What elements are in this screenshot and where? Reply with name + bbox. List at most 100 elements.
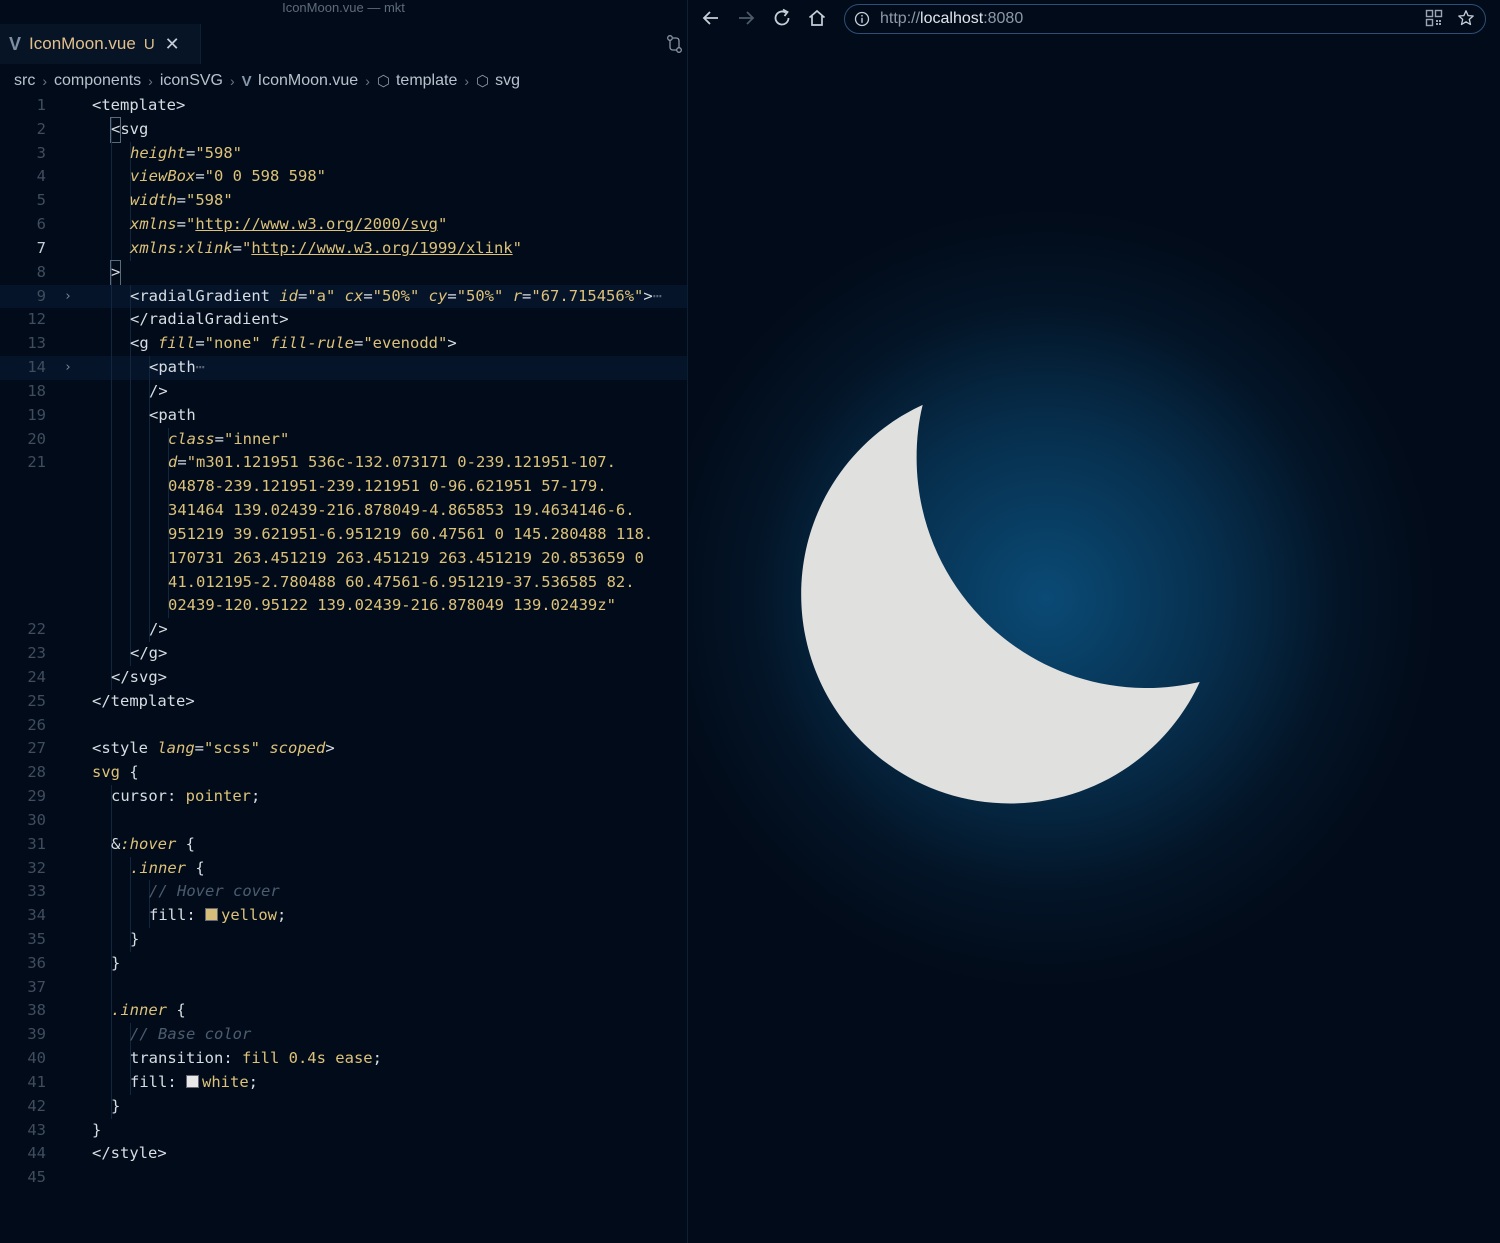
- code-line[interactable]: 34 fill: yellow;: [0, 904, 687, 928]
- vue-file-icon: V: [9, 33, 22, 54]
- code-line[interactable]: 4 viewBox="0 0 598 598": [0, 165, 687, 190]
- code-line[interactable]: 32 .inner {: [0, 856, 687, 881]
- code-token: &: [111, 834, 121, 853]
- code-line[interactable]: 41.012195-2.780488 60.47561-6.951219-37.…: [0, 570, 687, 595]
- code-line[interactable]: 43}: [0, 1119, 687, 1143]
- code-line[interactable]: 29 cursor: pointer;: [0, 785, 687, 809]
- star-icon[interactable]: [1457, 9, 1475, 27]
- code-line[interactable]: 170731 263.451219 263.451219 263.451219 …: [0, 546, 687, 571]
- code-line[interactable]: 24 </svg>: [0, 665, 687, 690]
- code-line[interactable]: 36}: [0, 951, 687, 976]
- code-line[interactable]: 9 › <radialGradient id="a" cx="50%" cy="50…: [0, 284, 687, 309]
- url-text[interactable]: http://localhost:8080: [880, 10, 1023, 28]
- code-line[interactable]: 26: [0, 714, 687, 738]
- code-line[interactable]: 35}: [0, 927, 687, 952]
- code-text: fill: yellow;: [149, 904, 286, 928]
- code-line[interactable]: 45: [0, 1166, 687, 1190]
- code-line[interactable]: 7 xmlns:xlink="http://www.w3.org/1999/xli…: [0, 236, 687, 261]
- code-token: viewBox: [130, 167, 196, 186]
- code-line[interactable]: 5 width="598": [0, 189, 687, 214]
- code-token: cursor: [111, 787, 167, 806]
- code-text: cursor: pointer;: [111, 785, 260, 809]
- code-line[interactable]: 27 <style lang="scss" scoped>: [0, 737, 687, 761]
- code-line[interactable]: 31 &:hover {: [0, 832, 687, 857]
- code-text: >: [109, 259, 122, 286]
- code-line[interactable]: 38 .inner {: [0, 999, 687, 1024]
- code-text: <path⋯: [149, 356, 205, 380]
- code-line[interactable]: 28 svg {: [0, 761, 687, 785]
- code-line[interactable]: 1 <template>: [0, 94, 687, 118]
- code-text: svg {: [92, 761, 139, 785]
- code-token: :: [167, 787, 186, 806]
- qr-code-icon[interactable]: [1425, 9, 1443, 27]
- code-token: <g: [130, 334, 158, 353]
- code-line[interactable]: 18 />: [0, 379, 687, 404]
- code-line[interactable]: 30: [0, 808, 687, 833]
- tab-filename: IconMoon.vue: [29, 34, 136, 53]
- code-token: "evenodd": [363, 334, 448, 353]
- code-line[interactable]: 23 </g>: [0, 642, 687, 666]
- code-line[interactable]: 37: [0, 975, 687, 1000]
- code-token: =: [176, 215, 187, 234]
- back-icon[interactable]: [699, 6, 723, 30]
- code-line[interactable]: 8 >: [0, 259, 687, 286]
- line-number: 36: [27, 953, 46, 972]
- breadcrumb-item-iconsvg[interactable]: iconSVG: [160, 72, 223, 90]
- code-token: </style>: [92, 1144, 167, 1163]
- code-line[interactable]: 6 xmlns="http://www.w3.org/2000/svg": [0, 213, 687, 237]
- fold-chevron-icon[interactable]: ›: [64, 285, 72, 309]
- code-line[interactable]: 14 › <path⋯: [0, 356, 687, 380]
- code-line[interactable]: 2 <svg: [0, 116, 687, 143]
- code-line[interactable]: 39 // Base color: [0, 1023, 687, 1048]
- forward-icon[interactable]: [734, 6, 758, 30]
- source-control-icon[interactable]: [664, 33, 686, 55]
- line-number: 3: [36, 143, 46, 162]
- code-token: "598": [186, 191, 233, 210]
- line-number: 7: [36, 238, 46, 257]
- color-swatch-icon[interactable]: [186, 1074, 199, 1088]
- code-line[interactable]: 02439-120.95122 139.02439-216.878049 139…: [0, 594, 687, 619]
- code-area[interactable]: 1 <template> 2 <svg 3 height="598" 4 viewBox="0…: [0, 94, 687, 1190]
- chevron-right-icon: ›: [464, 73, 470, 89]
- breadcrumb-item-file[interactable]: IconMoon.vue: [258, 72, 359, 90]
- reload-icon[interactable]: [770, 6, 794, 30]
- breadcrumb-item-components[interactable]: components: [54, 72, 141, 90]
- code-line[interactable]: 12 </radialGradient>: [0, 308, 687, 333]
- code-line[interactable]: 44 </style>: [0, 1142, 687, 1166]
- breadcrumb-item-src[interactable]: src: [14, 72, 35, 90]
- code-line[interactable]: 3 height="598": [0, 141, 687, 166]
- code-line[interactable]: 21 d="m301.121951 536c-132.073171 0-239.1…: [0, 451, 687, 476]
- code-line[interactable]: 40 transition: fill 0.4s ease;: [0, 1047, 687, 1071]
- code-line[interactable]: 19 <path: [0, 403, 687, 428]
- line-number: 37: [27, 977, 46, 996]
- code-line[interactable]: 33 // Hover cover: [0, 880, 687, 905]
- editor-tab[interactable]: V IconMoon.vue U ✕: [0, 24, 201, 64]
- code-token: />: [149, 381, 168, 400]
- code-text: transition: fill 0.4s ease;: [130, 1047, 382, 1071]
- code-token: ;: [248, 1072, 259, 1091]
- code-line[interactable]: 04878-239.121951-239.121951 0-96.621951 …: [0, 475, 687, 500]
- code-token: transition:: [130, 1049, 242, 1068]
- address-bar[interactable]: http://localhost:8080: [844, 4, 1486, 34]
- color-swatch-icon[interactable]: [205, 908, 218, 922]
- code-line[interactable]: 20 class="inner": [0, 427, 687, 452]
- code-token: :hover: [120, 834, 177, 853]
- line-number: 18: [27, 381, 46, 400]
- code-line[interactable]: 951219 39.621951-6.951219 60.47561 0 145…: [0, 522, 687, 547]
- code-line[interactable]: 42}: [0, 1094, 687, 1119]
- code-token: http://www.w3.org/2000/svg: [195, 215, 438, 234]
- code-line[interactable]: 22 />: [0, 618, 687, 643]
- info-icon[interactable]: [854, 11, 870, 27]
- code-text: 170731 263.451219 263.451219 263.451219 …: [168, 547, 644, 571]
- code-line[interactable]: 41 fill: white;: [0, 1070, 687, 1095]
- breadcrumb-item-template[interactable]: template: [396, 72, 457, 90]
- code-token: =: [195, 334, 205, 353]
- close-tab-icon[interactable]: ✕: [165, 34, 180, 55]
- fold-chevron-icon[interactable]: ›: [64, 356, 72, 380]
- breadcrumb-item-svg[interactable]: svg: [495, 72, 520, 90]
- home-icon[interactable]: [805, 6, 829, 30]
- line-number: 32: [27, 858, 46, 877]
- code-line[interactable]: 341464 139.02439-216.878049-4.865853 19.…: [0, 499, 687, 523]
- code-line[interactable]: 25 </template>: [0, 690, 687, 714]
- code-line[interactable]: 13 <g fill="none" fill-rule="evenodd">: [0, 332, 687, 357]
